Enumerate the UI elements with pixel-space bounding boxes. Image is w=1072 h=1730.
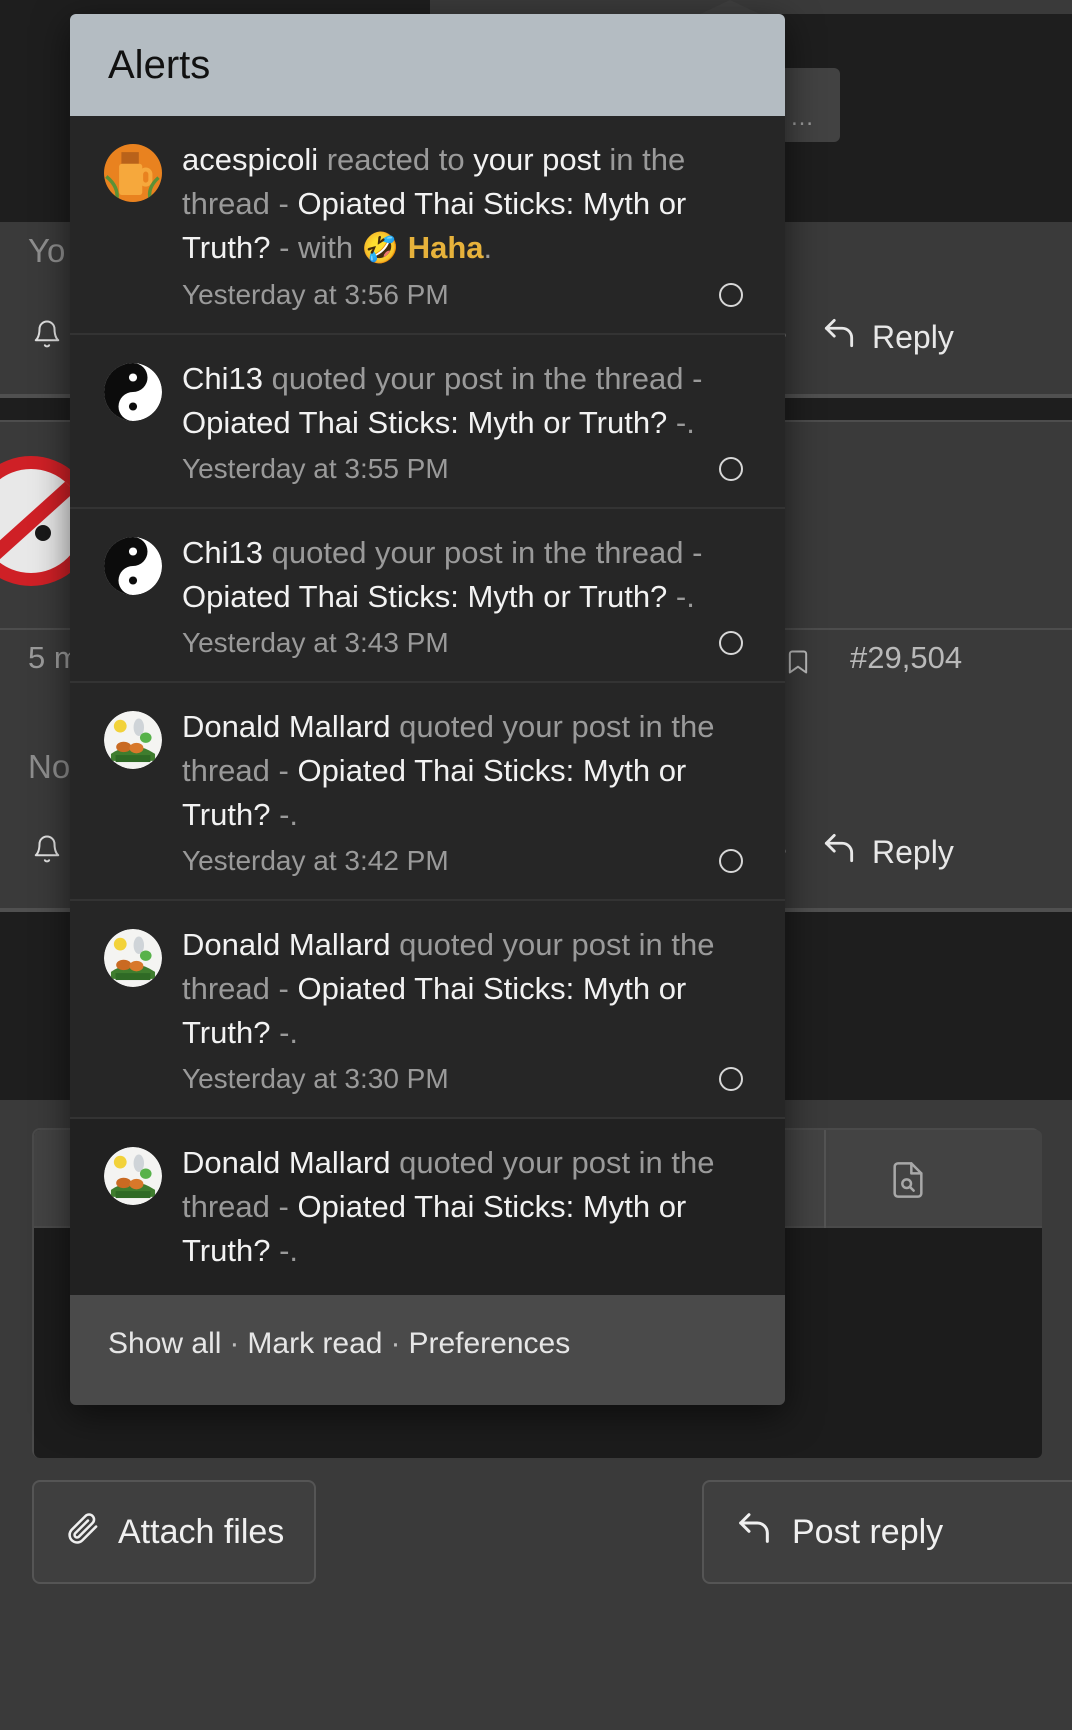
alert-text: Chi13 quoted your post in the thread - O… xyxy=(182,531,759,619)
reply-arrow-icon xyxy=(820,314,858,360)
alert-body: Donald Mallard quoted your post in the t… xyxy=(182,705,759,877)
alert-trailing: . xyxy=(289,1014,299,1050)
alert-timestamp: Yesterday at 3:55 PM xyxy=(182,452,449,484)
attach-files-button[interactable]: Attach files xyxy=(32,1480,317,1584)
alert-meta: Yesterday at 3:30 PM xyxy=(182,1063,759,1095)
alert-text: acespicoli reacted to your post in the t… xyxy=(182,138,759,271)
alert-action-post: - xyxy=(667,578,687,614)
toolbar-separator xyxy=(824,1130,826,1228)
yin-yang-avatar[interactable] xyxy=(104,536,162,595)
alert-meta: Yesterday at 3:56 PM xyxy=(182,279,759,311)
alerts-list: acespicoli reacted to your post in the t… xyxy=(70,116,785,1295)
post-reply-button[interactable]: Post reply xyxy=(702,1480,1072,1584)
rofl-emoji-icon: 🤣 xyxy=(361,232,400,266)
alert-body: Chi13 quoted your post in the thread - O… xyxy=(182,357,759,485)
alert-action-pre: quoted your post in the thread - xyxy=(263,360,703,396)
alert-meta: Yesterday at 3:55 PM xyxy=(182,453,759,485)
bookmark-icon[interactable] xyxy=(784,644,812,680)
editor-button-row: Attach files Post reply xyxy=(0,1480,1072,1600)
alert-item[interactable]: Chi13 quoted your post in the thread - O… xyxy=(70,506,785,681)
alert-body: Donald Mallard quoted your post in the t… xyxy=(182,923,759,1095)
post-reply-label: Post reply xyxy=(792,1512,944,1551)
alert-username[interactable]: Chi13 xyxy=(182,535,263,570)
alert-action-post: - xyxy=(270,796,290,832)
document-search-icon[interactable] xyxy=(888,1158,928,1202)
preferences-link[interactable]: Preferences xyxy=(408,1327,570,1360)
alert-timestamp: Yesterday at 3:56 PM xyxy=(182,278,449,310)
quote-ellipsis: … xyxy=(790,104,814,131)
alert-username[interactable]: Donald Mallard xyxy=(182,1145,391,1180)
unread-indicator-icon[interactable] xyxy=(719,456,743,481)
alert-thread-title[interactable]: Opiated Thai Sticks: Myth or Truth? xyxy=(182,579,667,614)
page-root: … Yo e Reply 5 m xyxy=(0,0,1072,1730)
avatar-detail xyxy=(35,525,51,541)
alert-item[interactable]: Donald Mallard quoted your post in the t… xyxy=(70,898,785,1117)
show-all-link[interactable]: Show all xyxy=(108,1327,221,1360)
alert-action-post: - xyxy=(270,1232,290,1268)
yin-yang-avatar[interactable] xyxy=(104,362,162,421)
post-number[interactable]: #29,504 xyxy=(850,640,962,676)
alert-username[interactable]: acespicoli xyxy=(182,142,318,177)
alert-item[interactable]: Donald Mallard quoted your post in the t… xyxy=(70,680,785,899)
garden-avatar[interactable] xyxy=(104,1146,162,1205)
alert-timestamp: Yesterday at 3:43 PM xyxy=(182,626,449,658)
alert-username[interactable]: Donald Mallard xyxy=(182,709,391,744)
alert-action-pre: reacted to xyxy=(318,142,474,177)
alert-timestamp: Yesterday at 3:30 PM xyxy=(182,1062,449,1094)
alert-reaction-label: Haha xyxy=(407,230,484,266)
beer-mug-avatar[interactable] xyxy=(104,144,162,202)
garden-avatar[interactable] xyxy=(104,710,162,769)
alert-item[interactable]: Chi13 quoted your post in the thread - O… xyxy=(70,332,785,507)
alert-action-post: - with xyxy=(270,230,362,266)
alert-body: Chi13 quoted your post in the thread - O… xyxy=(182,531,759,659)
alert-trailing: . xyxy=(289,796,299,832)
unread-indicator-icon[interactable] xyxy=(719,1066,743,1091)
alert-item[interactable]: Donald Mallard quoted your post in the t… xyxy=(70,1116,785,1295)
alert-username[interactable]: Donald Mallard xyxy=(182,927,391,962)
alert-text: Donald Mallard quoted your post in the t… xyxy=(182,923,759,1055)
reply-link-label-2: Reply xyxy=(872,833,954,870)
post-2-text-fragment: No xyxy=(28,748,71,785)
alert-target[interactable]: your post xyxy=(473,142,601,177)
alert-text: Donald Mallard quoted your post in the t… xyxy=(182,1141,759,1273)
alert-timestamp: Yesterday at 3:42 PM xyxy=(182,844,449,876)
reply-link-1[interactable]: Reply xyxy=(820,314,954,360)
alert-action-post: - xyxy=(270,1014,290,1050)
unread-indicator-icon[interactable] xyxy=(719,848,743,873)
bell-icon[interactable] xyxy=(32,318,62,350)
bell-icon[interactable] xyxy=(32,833,62,865)
alert-thread-title[interactable]: Opiated Thai Sticks: Myth or Truth? xyxy=(182,405,667,440)
post-1-text-fragment: Yo xyxy=(28,232,66,269)
footer-separator-1: · xyxy=(229,1326,240,1360)
reply-arrow-icon xyxy=(734,1508,774,1557)
alerts-footer: Show all · Mark read · Preferences xyxy=(70,1294,785,1405)
alert-trailing: . xyxy=(686,578,695,614)
alerts-title: Alerts xyxy=(70,14,785,116)
unread-indicator-icon[interactable] xyxy=(719,630,743,655)
attach-files-label: Attach files xyxy=(118,1512,285,1551)
alert-meta: Yesterday at 3:43 PM xyxy=(182,627,759,659)
footer-separator-2: · xyxy=(390,1326,401,1360)
alert-action-post: - xyxy=(667,404,687,440)
alert-trailing: . xyxy=(686,404,695,440)
alert-username[interactable]: Chi13 xyxy=(182,361,263,396)
alert-action-pre: quoted your post in the thread - xyxy=(263,534,703,570)
alert-trailing: . xyxy=(483,230,493,266)
alert-text: Donald Mallard quoted your post in the t… xyxy=(182,705,759,837)
paperclip-icon xyxy=(64,1510,100,1555)
alert-meta: Yesterday at 3:42 PM xyxy=(182,845,759,877)
unread-indicator-icon[interactable] xyxy=(719,282,743,307)
mark-read-link[interactable]: Mark read xyxy=(247,1327,382,1360)
alert-body: acespicoli reacted to your post in the t… xyxy=(182,138,759,311)
alert-item[interactable]: acespicoli reacted to your post in the t… xyxy=(70,116,785,333)
garden-avatar[interactable] xyxy=(104,928,162,987)
alerts-dropdown[interactable]: Alerts acespicoli reacted to your post i… xyxy=(70,14,785,1405)
reply-arrow-icon xyxy=(820,829,858,875)
reply-link-2[interactable]: Reply xyxy=(820,829,954,875)
alert-text: Chi13 quoted your post in the thread - O… xyxy=(182,357,759,445)
reply-link-label-1: Reply xyxy=(872,318,954,355)
alert-trailing: . xyxy=(289,1232,299,1268)
alert-body: Donald Mallard quoted your post in the t… xyxy=(182,1141,759,1273)
